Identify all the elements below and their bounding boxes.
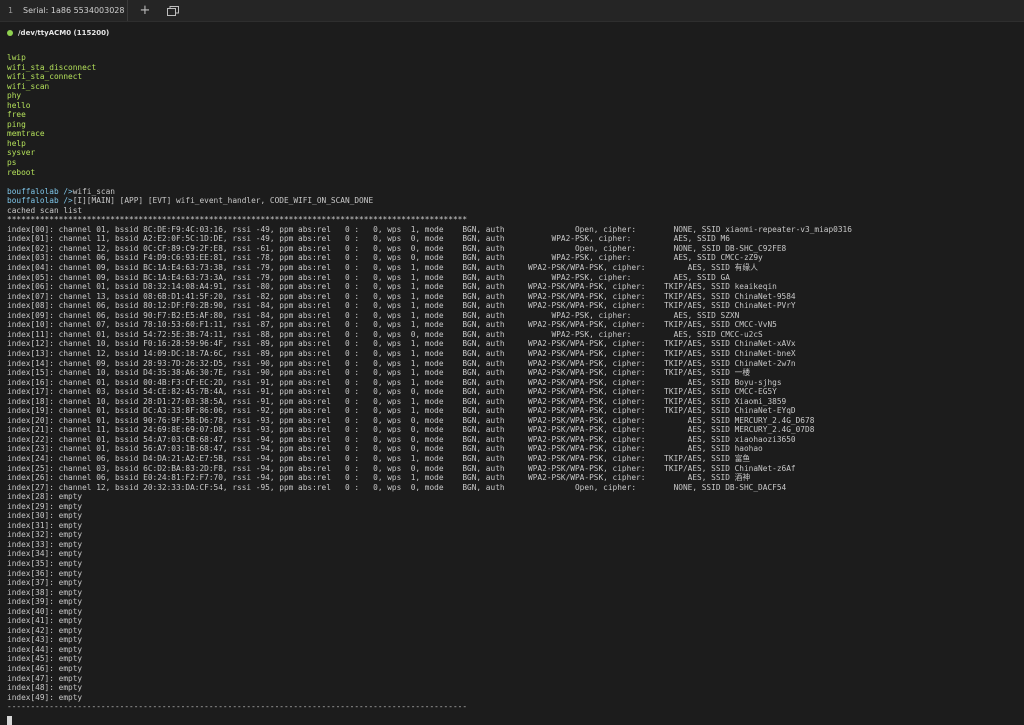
scan-row: index[32]: empty	[7, 530, 83, 540]
terminal-output[interactable]: lwip wifi_sta_disconnect wifi_sta_connect w…	[7, 53, 1017, 712]
plus-icon[interactable]: +	[134, 3, 156, 18]
scan-row: index[09]: channel 06, bssid 90:F7:B2:E5…	[7, 310, 740, 320]
tab-serial[interactable]: Serial: 1a86 5534003028	[23, 6, 125, 15]
scan-row: index[00]: channel 01, bssid 8C:DE:F9:4C…	[7, 224, 852, 234]
scan-row: index[11]: channel 01, bssid 54:72:5E:3B…	[7, 329, 763, 339]
prompt: bouffalolab />	[7, 196, 73, 206]
scan-row: index[38]: empty	[7, 587, 83, 597]
scan-row: index[42]: empty	[7, 625, 83, 635]
scan-row: index[41]: empty	[7, 616, 83, 626]
log-line: bouffalolab />[I][MAIN] [APP] [EVT] wifi…	[7, 196, 1017, 206]
command-item: sysver	[7, 148, 36, 158]
tab-divider	[127, 0, 128, 21]
scan-row: index[18]: channel 10, bssid 28:D1:27:03…	[7, 396, 787, 406]
command-item: free	[7, 110, 26, 120]
command-item: phy	[7, 91, 22, 101]
scan-row: index[26]: channel 06, bssid E0:24:81:F2…	[7, 473, 751, 483]
scan-row: index[06]: channel 01, bssid D8:32:14:08…	[7, 282, 777, 292]
scan-row: index[39]: empty	[7, 597, 83, 607]
command-item: ps	[7, 158, 17, 168]
command-item: help	[7, 138, 26, 148]
scan-row: index[49]: empty	[7, 692, 83, 702]
scan-row: index[43]: empty	[7, 635, 83, 645]
scan-row: index[05]: channel 09, bssid BC:1A:E4:63…	[7, 272, 730, 282]
command-item: wifi_sta_disconnect	[7, 62, 97, 72]
scan-row: index[04]: channel 09, bssid BC:1A:E4:63…	[7, 263, 758, 273]
scan-row: index[28]: empty	[7, 492, 83, 502]
star-separator: ****************************************…	[7, 215, 468, 225]
windows-icon[interactable]	[162, 5, 184, 16]
tab-index: 1	[8, 6, 14, 15]
log-message: [I][MAIN] [APP] [EVT] wifi_event_handler…	[72, 196, 374, 206]
scan-row: index[30]: empty	[7, 511, 83, 521]
scan-row: index[23]: channel 01, bssid 56:A7:03:1B…	[7, 444, 763, 454]
scan-row: index[45]: empty	[7, 654, 83, 664]
scan-row: index[35]: empty	[7, 558, 83, 568]
dash-separator: ----------------------------------------…	[7, 702, 468, 712]
command-item: reboot	[7, 167, 36, 177]
scan-row: index[22]: channel 01, bssid 54:A7:03:CB…	[7, 434, 796, 444]
scan-row: index[10]: channel 07, bssid 78:10:53:60…	[7, 320, 777, 330]
scan-row: index[47]: empty	[7, 673, 83, 683]
scan-row: index[48]: empty	[7, 683, 83, 693]
scan-row: index[17]: channel 03, bssid 54:CE:82:45…	[7, 387, 777, 397]
scan-row: index[27]: channel 12, bssid 20:32:33:DA…	[7, 482, 787, 492]
command-item: lwip	[7, 53, 26, 62]
scan-row: index[03]: channel 06, bssid F4:D9:C6:93…	[7, 253, 763, 263]
scan-row: index[40]: empty	[7, 606, 83, 616]
scan-row: index[29]: empty	[7, 501, 83, 511]
scan-row: index[13]: channel 12, bssid 14:09:DC:18…	[7, 348, 796, 358]
scan-row: index[01]: channel 11, bssid A2:E2:0F:5C…	[7, 234, 730, 244]
command-item: wifi_scan	[7, 81, 50, 91]
scan-row: index[46]: empty	[7, 664, 83, 673]
command-item: memtrace	[7, 129, 45, 139]
scan-row: index[25]: channel 03, bssid 6C:D2:BA:83…	[7, 463, 796, 473]
scan-row: index[36]: empty	[7, 568, 83, 578]
terminal-cursor	[7, 716, 12, 725]
scan-row: index[34]: empty	[7, 549, 83, 559]
scan-row: index[24]: channel 06, bssid D4:DA:21:A2…	[7, 453, 751, 463]
prompt-line: bouffalolab />wifi_scan	[7, 187, 1017, 197]
scan-row: index[19]: channel 01, bssid DC:A3:33:8F…	[7, 406, 796, 416]
scan-row: index[33]: empty	[7, 539, 83, 549]
scan-row: index[37]: empty	[7, 578, 83, 588]
scan-row: index[02]: channel 12, bssid 0C:CF:89:C9…	[7, 243, 787, 253]
scan-row: index[08]: channel 06, bssid 80:12:DF:F0…	[7, 301, 796, 311]
command-item: wifi_sta_connect	[7, 72, 83, 82]
scan-row: index[21]: channel 11, bssid 24:69:8E:69…	[7, 425, 815, 435]
scan-row: index[14]: channel 09, bssid 28:93:7D:26…	[7, 358, 796, 368]
scan-row: index[20]: channel 01, bssid 90:76:9F:5B…	[7, 415, 815, 425]
device-label: /dev/ttyACM0 (115200)	[18, 29, 110, 37]
connection-status-dot	[7, 30, 13, 36]
scan-row: index[12]: channel 10, bssid F0:16:28:59…	[7, 339, 796, 349]
device-status: /dev/ttyACM0 (115200)	[7, 28, 109, 38]
cached-title: cached scan list	[7, 205, 83, 215]
scan-row: index[31]: empty	[7, 520, 83, 530]
command-item: hello	[7, 100, 31, 110]
scan-row: index[07]: channel 13, bssid 08:6B:D1:41…	[7, 291, 796, 301]
command-item: ping	[7, 119, 26, 129]
command-input: wifi_scan	[72, 186, 115, 196]
tab-bar: 1 Serial: 1a86 5534003028 +	[0, 0, 1024, 22]
scan-row: index[16]: channel 01, bssid 00:4B:F3:CF…	[7, 377, 782, 387]
scan-row: index[44]: empty	[7, 644, 83, 654]
scan-row: index[15]: channel 10, bssid D4:35:38:A6…	[7, 368, 751, 378]
prompt: bouffalolab />	[7, 186, 73, 196]
